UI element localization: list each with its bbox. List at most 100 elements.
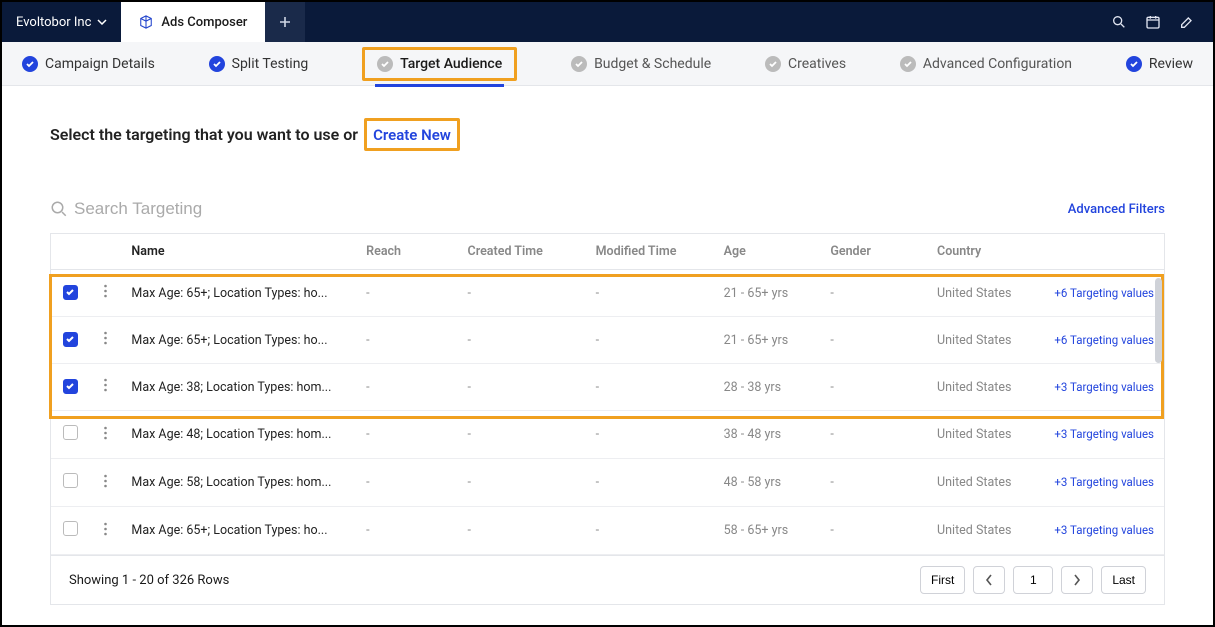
row-checkbox[interactable] — [63, 379, 78, 394]
targeting-values-link[interactable]: +3 Targeting values — [1054, 427, 1154, 442]
row-menu-button[interactable] — [104, 334, 107, 349]
cell-modified: - — [586, 459, 714, 507]
page-first[interactable]: First — [920, 566, 965, 594]
targeting-values-link[interactable]: +6 Targeting values — [1054, 333, 1154, 348]
cell-modified: - — [586, 411, 714, 459]
cell-country: United States — [927, 459, 1044, 507]
check-icon — [900, 56, 916, 72]
cell-modified: - — [586, 364, 714, 411]
row-menu-button[interactable] — [104, 381, 107, 396]
page-last[interactable]: Last — [1101, 566, 1146, 594]
page-number-input[interactable] — [1013, 566, 1053, 594]
step-review[interactable]: Review — [1126, 56, 1193, 72]
cell-created: - — [458, 507, 586, 555]
col-created: Created Time — [458, 234, 586, 270]
step-label: Creatives — [788, 56, 846, 72]
targeting-values-link[interactable]: +6 Targeting values — [1054, 286, 1154, 301]
page-prev[interactable] — [973, 566, 1005, 594]
cell-modified: - — [586, 317, 714, 364]
check-icon — [1126, 56, 1142, 72]
cell-name: Max Age: 38; Location Types: hom... — [121, 364, 356, 411]
org-switcher[interactable]: Evoltobor Inc — [2, 2, 121, 42]
table-row[interactable]: Max Age: 48; Location Types: hom... - - … — [51, 411, 1164, 459]
table-row[interactable]: Max Age: 38; Location Types: hom... - - … — [51, 364, 1164, 411]
row-menu-button[interactable] — [104, 287, 107, 302]
cell-country: United States — [927, 507, 1044, 555]
table-row[interactable]: Max Age: 65+; Location Types: ho... - - … — [51, 270, 1164, 317]
row-checkbox[interactable] — [63, 425, 78, 440]
row-menu-button[interactable] — [104, 477, 107, 492]
row-checkbox[interactable] — [63, 332, 78, 347]
check-icon — [377, 56, 393, 72]
targeting-values-link[interactable]: +3 Targeting values — [1054, 380, 1154, 395]
plus-icon — [279, 16, 291, 28]
tab-label: Ads Composer — [161, 15, 247, 30]
pagination-summary: Showing 1 - 20 of 326 Rows — [69, 573, 229, 588]
table-row[interactable]: Max Age: 58; Location Types: hom... - - … — [51, 459, 1164, 507]
topbar-actions — [1093, 2, 1213, 42]
targeting-table: Name Reach Created Time Modified Time Ag… — [50, 233, 1165, 605]
col-name: Name — [121, 234, 356, 270]
advanced-filters-link[interactable]: Advanced Filters — [1068, 202, 1165, 217]
step-split-testing[interactable]: Split Testing — [209, 56, 309, 72]
calendar-icon[interactable] — [1145, 14, 1161, 30]
main-content: Select the targeting that you want to us… — [2, 86, 1213, 613]
search-targeting[interactable] — [50, 199, 294, 219]
cell-created: - — [458, 270, 586, 317]
cell-country: United States — [927, 411, 1044, 459]
table-row[interactable]: Max Age: 65+; Location Types: ho... - - … — [51, 317, 1164, 364]
org-name: Evoltobor Inc — [16, 15, 91, 30]
step-label: Target Audience — [400, 56, 502, 72]
table-row[interactable]: Max Age: 65+; Location Types: ho... - - … — [51, 507, 1164, 555]
cell-gender: - — [820, 459, 927, 507]
targeting-values-link[interactable]: +3 Targeting values — [1054, 475, 1154, 490]
row-checkbox[interactable] — [63, 473, 78, 488]
tab-ads-composer[interactable]: Ads Composer — [121, 2, 265, 42]
cell-name: Max Age: 48; Location Types: hom... — [121, 411, 356, 459]
step-target-audience[interactable]: Target Audience — [362, 47, 517, 81]
create-new-link[interactable]: Create New — [373, 126, 451, 144]
wizard-steps: Campaign Details Split Testing Target Au… — [2, 42, 1213, 86]
step-creatives[interactable]: Creatives — [765, 56, 846, 72]
cell-reach: - — [356, 317, 457, 364]
add-tab-button[interactable] — [265, 2, 305, 42]
chevron-down-icon — [97, 19, 107, 25]
cube-icon — [139, 15, 153, 29]
step-label: Review — [1149, 56, 1193, 72]
check-icon — [765, 56, 781, 72]
row-menu-button[interactable] — [104, 525, 107, 540]
pagination: Showing 1 - 20 of 326 Rows First Last — [51, 555, 1164, 604]
cell-country: United States — [927, 364, 1044, 411]
page-prompt: Select the targeting that you want to us… — [50, 118, 1165, 151]
cell-created: - — [458, 411, 586, 459]
create-new-highlight: Create New — [364, 118, 460, 151]
cell-name: Max Age: 65+; Location Types: ho... — [121, 507, 356, 555]
step-budget-schedule[interactable]: Budget & Schedule — [571, 56, 711, 72]
edit-icon[interactable] — [1179, 14, 1195, 30]
cell-reach: - — [356, 364, 457, 411]
scrollbar[interactable] — [1155, 278, 1162, 363]
step-campaign-details[interactable]: Campaign Details — [22, 56, 155, 72]
col-gender: Gender — [820, 234, 927, 270]
cell-gender: - — [820, 411, 927, 459]
search-icon[interactable] — [1111, 14, 1127, 30]
targeting-values-link[interactable]: +3 Targeting values — [1054, 523, 1154, 538]
row-checkbox[interactable] — [63, 521, 78, 536]
search-input[interactable] — [74, 199, 294, 219]
row-checkbox[interactable] — [63, 285, 78, 300]
cell-age: 21 - 65+ yrs — [714, 317, 821, 364]
step-label: Budget & Schedule — [594, 56, 711, 72]
page-next[interactable] — [1061, 566, 1093, 594]
prompt-text: Select the targeting that you want to us… — [50, 125, 358, 144]
cell-reach: - — [356, 459, 457, 507]
cell-country: United States — [927, 270, 1044, 317]
topbar: Evoltobor Inc Ads Composer — [2, 2, 1213, 42]
cell-created: - — [458, 459, 586, 507]
cell-name: Max Age: 65+; Location Types: ho... — [121, 270, 356, 317]
row-menu-button[interactable] — [104, 429, 107, 444]
cell-modified: - — [586, 270, 714, 317]
cell-gender: - — [820, 364, 927, 411]
step-advanced-config[interactable]: Advanced Configuration — [900, 56, 1072, 72]
col-reach: Reach — [356, 234, 457, 270]
cell-modified: - — [586, 507, 714, 555]
